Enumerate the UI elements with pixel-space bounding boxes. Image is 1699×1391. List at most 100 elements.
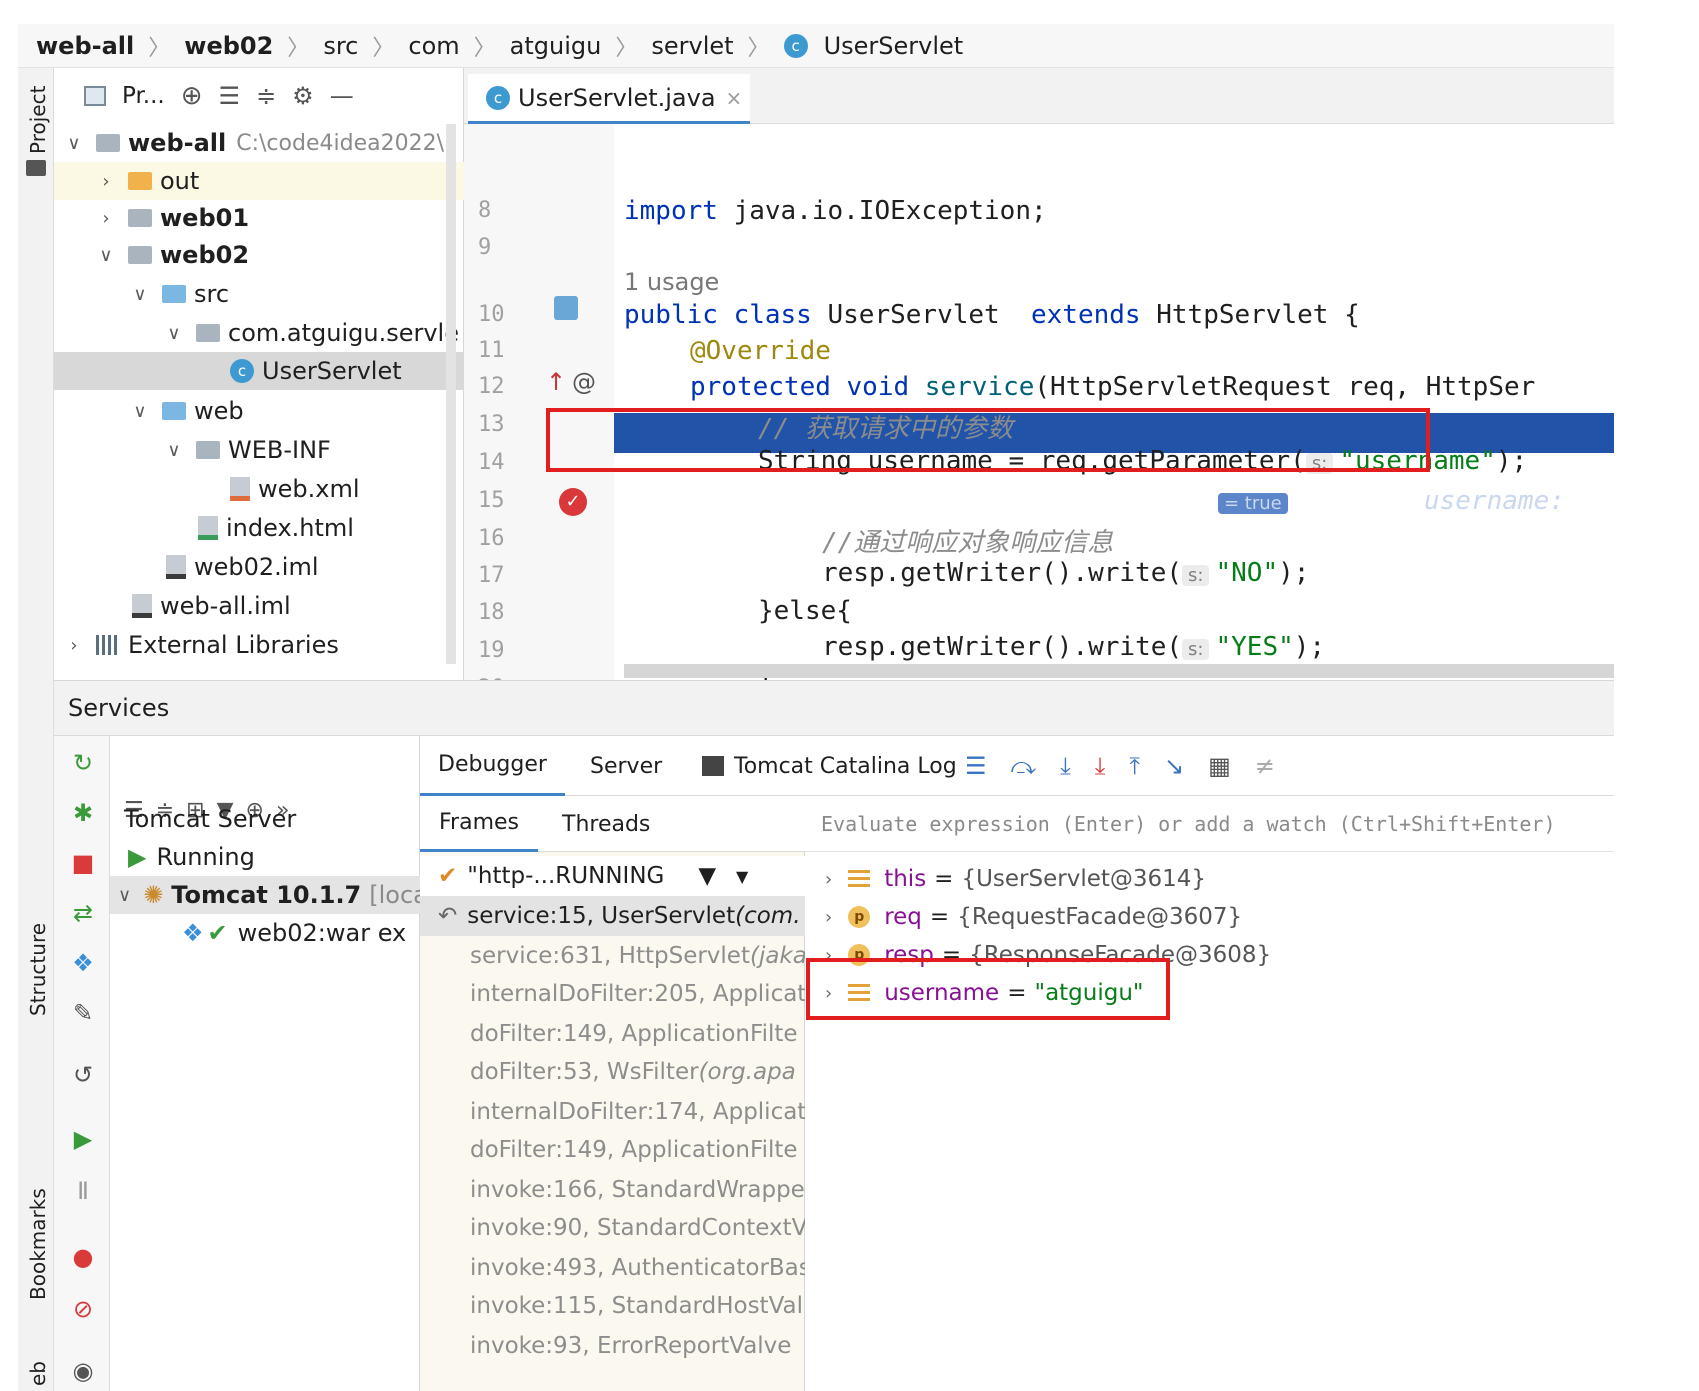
scrollbar[interactable] (446, 124, 456, 664)
chevron-down-icon[interactable]: ∨ (118, 885, 131, 906)
step-out-icon[interactable]: ⤒ (1129, 752, 1140, 780)
tree-item-web-all[interactable]: ∨ web-all C:\code4idea2022\ (54, 124, 464, 162)
breadcrumb-item[interactable]: atguigu (510, 32, 602, 60)
expand-all-icon[interactable]: ☰ (219, 82, 241, 110)
mute-breakpoints-icon[interactable]: ⊘ (70, 1296, 96, 1322)
trace-stream-icon[interactable]: ≠ (1255, 752, 1275, 780)
variable-row[interactable]: › this = {UserServlet@3614} (805, 860, 1614, 898)
breadcrumb-current[interactable]: UserServlet (824, 32, 964, 60)
frame-row[interactable]: invoke:493, AuthenticatorBas (420, 1248, 805, 1288)
chevron-right-icon[interactable]: › (96, 171, 116, 192)
tab-server[interactable]: Server (590, 736, 662, 796)
breadcrumb-item[interactable]: src (323, 32, 358, 60)
frame-row-selected[interactable]: ↶ service:15, UserServlet (com. (420, 896, 805, 936)
camera-icon[interactable]: ◉ (70, 1358, 96, 1384)
tree-item-running[interactable]: ▶ Running (128, 838, 418, 876)
rerun-icon[interactable]: ↻ (70, 750, 96, 776)
evaluate-expression-icon[interactable]: ▦ (1208, 752, 1231, 780)
chevron-right-icon[interactable]: › (825, 869, 832, 890)
variable-row[interactable]: › p req = {RequestFacade@3607} (805, 898, 1614, 936)
tree-item-web-xml[interactable]: web.xml (54, 470, 464, 508)
tree-item-web[interactable]: ∨ web (54, 392, 464, 430)
tree-item-package[interactable]: ∨ com.atguigu.servle (54, 314, 464, 352)
view-breakpoints-icon[interactable]: ● (70, 1244, 96, 1270)
chevron-right-icon[interactable]: › (96, 208, 116, 229)
locate-icon[interactable]: ⊕ (181, 81, 203, 111)
tree-item-tomcat-server[interactable]: Tomcat Server (124, 800, 414, 838)
update-app-icon[interactable]: ✱ (70, 800, 96, 826)
structure-tool-button[interactable]: Structure (26, 923, 50, 1016)
editor-tab-userservlet[interactable]: c UserServlet.java × (468, 74, 750, 124)
step-into-icon[interactable]: ⤓ (1060, 752, 1071, 780)
thread-selector[interactable]: ✔ "http-...RUNNING ▼ ▼ (420, 856, 805, 896)
frame-label: invoke:493, AuthenticatorBas (470, 1255, 805, 1281)
breadcrumb-item[interactable]: web-all (36, 32, 134, 60)
evaluate-expression-input[interactable]: Evaluate expression (Enter) or add a wat… (805, 796, 1614, 852)
frame-row[interactable]: invoke:166, StandardWrappe (420, 1170, 805, 1210)
tree-item-artifact[interactable]: ❖ ✔ web02:war ex (182, 914, 420, 952)
frame-row[interactable]: internalDoFilter:174, Applicat (420, 1092, 805, 1132)
pause-icon[interactable]: Ⅱ (70, 1178, 96, 1204)
chevron-right-icon[interactable]: › (825, 907, 832, 928)
force-step-into-icon[interactable]: ⤓ (1095, 752, 1106, 780)
bookmarks-tool-button[interactable]: Bookmarks (26, 1188, 50, 1300)
implemented-icon[interactable] (554, 296, 578, 320)
artifact-icon[interactable]: ❖ (70, 950, 96, 976)
overrides-icon[interactable]: ↑ (546, 368, 566, 396)
chevron-down-icon[interactable]: ▼ (736, 867, 748, 886)
tree-item-userservlet[interactable]: c UserServlet (54, 352, 464, 390)
resume-icon[interactable]: ▶ (70, 1126, 96, 1152)
tab-threads[interactable]: Threads (562, 796, 650, 852)
chevron-down-icon[interactable]: ∨ (96, 245, 116, 266)
tree-item-web-inf[interactable]: ∨ WEB-INF (54, 431, 464, 469)
frame-row[interactable]: doFilter:149, ApplicationFilte (420, 1014, 805, 1054)
close-icon[interactable]: × (726, 86, 743, 110)
chevron-down-icon[interactable]: ∨ (164, 323, 184, 344)
breadcrumb-item[interactable]: servlet (651, 32, 733, 60)
chevron-down-icon[interactable]: ∨ (130, 284, 150, 305)
frame-row[interactable]: doFilter:149, ApplicationFilte (420, 1130, 805, 1170)
breadcrumb-item[interactable]: web02 (184, 32, 273, 60)
frame-row[interactable]: invoke:115, StandardHostVal (420, 1286, 805, 1326)
frame-row[interactable]: doFilter:53, WsFilter (org.apa (420, 1052, 805, 1092)
web-tool-button[interactable]: eb (26, 1361, 50, 1386)
filter-icon[interactable]: ▼ (698, 863, 716, 889)
frame-row[interactable]: invoke:90, StandardContextV (420, 1208, 805, 1248)
show-execution-point-icon[interactable]: ☰ (965, 752, 987, 780)
frame-row[interactable]: service:631, HttpServlet (jaka (420, 936, 805, 976)
usage-hint[interactable]: 1 usage (624, 268, 719, 296)
collapse-all-icon[interactable]: ≑ (256, 82, 276, 110)
tree-item-tomcat[interactable]: ∨ ✺ Tomcat 10.1.7 [loca (110, 876, 420, 914)
project-view-label[interactable]: Pr... (122, 83, 165, 109)
refresh-icon[interactable]: ↺ (70, 1062, 96, 1088)
frame-row[interactable]: internalDoFilter:205, Applicat (420, 974, 805, 1014)
chevron-right-icon[interactable]: › (64, 635, 84, 656)
horizontal-scrollbar[interactable] (624, 664, 1614, 678)
settings-icon[interactable]: ✎ (70, 1000, 96, 1026)
tree-item-web02[interactable]: ∨ web02 (54, 236, 464, 274)
breadcrumb-item[interactable]: com (408, 32, 459, 60)
tree-item-external-libraries[interactable]: › External Libraries (54, 626, 464, 664)
tree-item-web01[interactable]: › web01 (54, 199, 464, 237)
stop-icon[interactable]: ■ (70, 850, 96, 876)
tab-catalina-log[interactable]: Tomcat Catalina Log (702, 736, 957, 796)
variable-name: this (884, 866, 927, 892)
step-over-icon[interactable]: ⤼ (1011, 752, 1037, 780)
deploy-icon[interactable]: ⇄ (70, 900, 96, 926)
tree-item-index-html[interactable]: index.html (54, 509, 464, 547)
tab-debugger[interactable]: Debugger (420, 736, 565, 796)
tree-item-out[interactable]: › out (54, 162, 464, 200)
chevron-down-icon[interactable]: ∨ (130, 401, 150, 422)
project-tool-button[interactable]: Project (26, 86, 50, 154)
chevron-down-icon[interactable]: ∨ (64, 133, 84, 154)
breakpoint-icon[interactable]: ✓ (559, 488, 587, 516)
run-to-cursor-icon[interactable]: ↘ (1164, 752, 1184, 780)
tree-item-web-all-iml[interactable]: web-all.iml (54, 587, 464, 625)
frame-row[interactable]: invoke:93, ErrorReportValve (420, 1326, 805, 1366)
tab-frames[interactable]: Frames (420, 796, 538, 852)
chevron-down-icon[interactable]: ∨ (164, 440, 184, 461)
tree-item-web02-iml[interactable]: web02.iml (54, 548, 464, 586)
gear-icon[interactable]: ⚙ (292, 82, 314, 110)
tree-item-src[interactable]: ∨ src (54, 275, 464, 313)
minimize-icon[interactable]: — (330, 82, 354, 110)
